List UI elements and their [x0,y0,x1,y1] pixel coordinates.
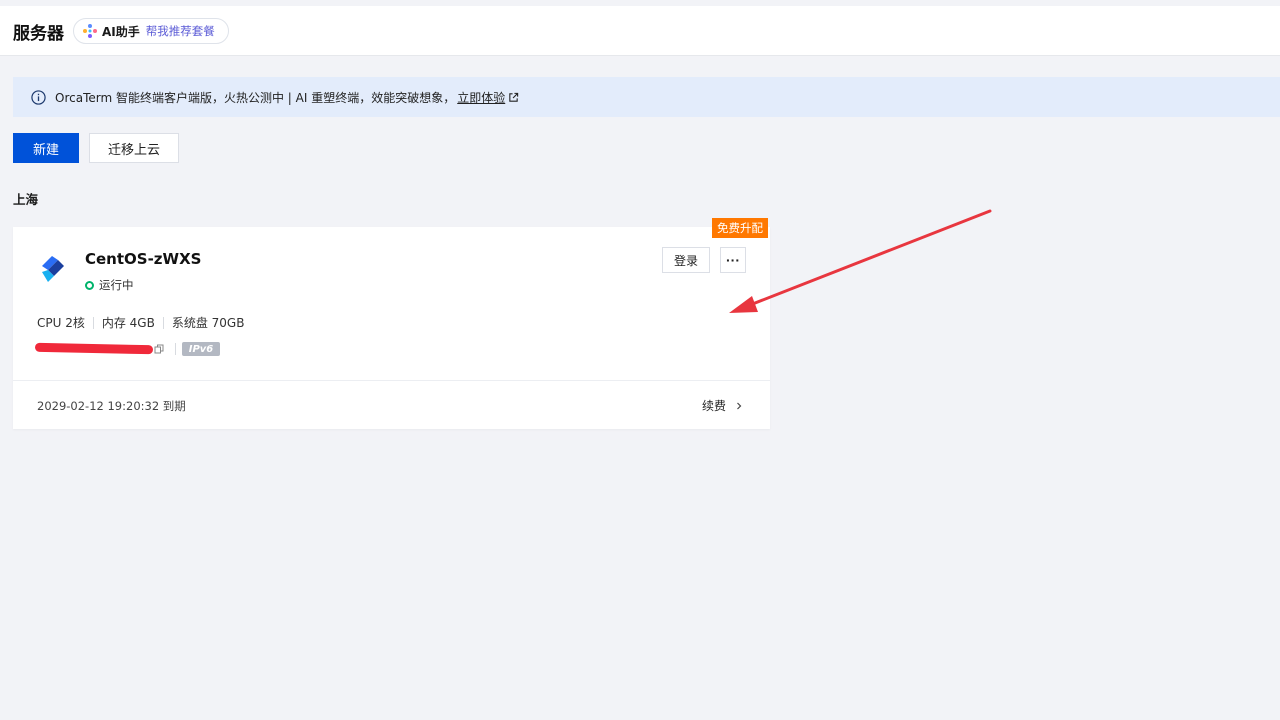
spec-memory: 内存 4GB [101,316,155,330]
server-name[interactable]: CentOS-zWXS [85,250,201,268]
server-specs: CPU 2核 内存 4GB 系统盘 70GB [37,314,244,331]
os-logo-icon [42,256,64,282]
ip-divider [175,343,176,355]
external-link-icon[interactable] [508,92,519,103]
ip-address-row: IPv6 [34,341,255,361]
page-title: 服务器 [13,24,64,44]
spec-disk: 系统盘 70GB [171,316,245,330]
status-running-icon [85,280,94,290]
spec-divider [162,316,164,329]
renew-label: 续费 [702,399,727,413]
renew-link[interactable]: 续费 [702,397,743,414]
new-button[interactable]: 新建 [13,133,79,163]
info-icon [31,89,46,105]
chevron-right-icon [737,402,742,409]
page-header: 服务器 AI助手 帮我推荐套餐 [0,6,1280,56]
migrate-to-cloud-button[interactable]: 迁移上云 [89,133,179,163]
redacted-ip-address [34,342,154,355]
free-upgrade-tag[interactable]: 免费升配 [712,218,768,238]
copy-icon[interactable] [154,344,164,354]
card-divider [13,380,770,381]
banner-try-link[interactable]: 立即体验 [457,89,505,106]
spec-cpu: CPU 2核 [37,316,85,330]
ai-recommend-link[interactable]: 帮我推荐套餐 [146,23,215,39]
server-status: 运行中 [85,277,134,293]
notice-banner: OrcaTerm 智能终端客户端版，火热公测中 | AI 重塑终端，效能突破想象… [13,77,1280,117]
more-actions-button[interactable]: ··· [720,247,746,273]
expire-date: 2029-02-12 19:20:32 到期 [37,399,186,413]
login-button[interactable]: 登录 [662,247,710,273]
ai-assistant-button[interactable]: AI助手 帮我推荐套餐 [73,18,229,44]
ai-sparkle-icon [83,24,97,38]
ipv6-badge: IPv6 [182,342,220,356]
server-card: 免费升配 CentOS-zWXS 运行中 登录 ··· CPU 2核 内存 4G… [13,218,770,429]
region-label: 上海 [13,192,39,207]
ai-assistant-label: AI助手 [102,24,140,39]
status-text: 运行中 [99,278,134,292]
spec-divider [92,316,94,329]
banner-text: OrcaTerm 智能终端客户端版，火热公测中 | AI 重塑终端，效能突破想象… [55,90,456,105]
